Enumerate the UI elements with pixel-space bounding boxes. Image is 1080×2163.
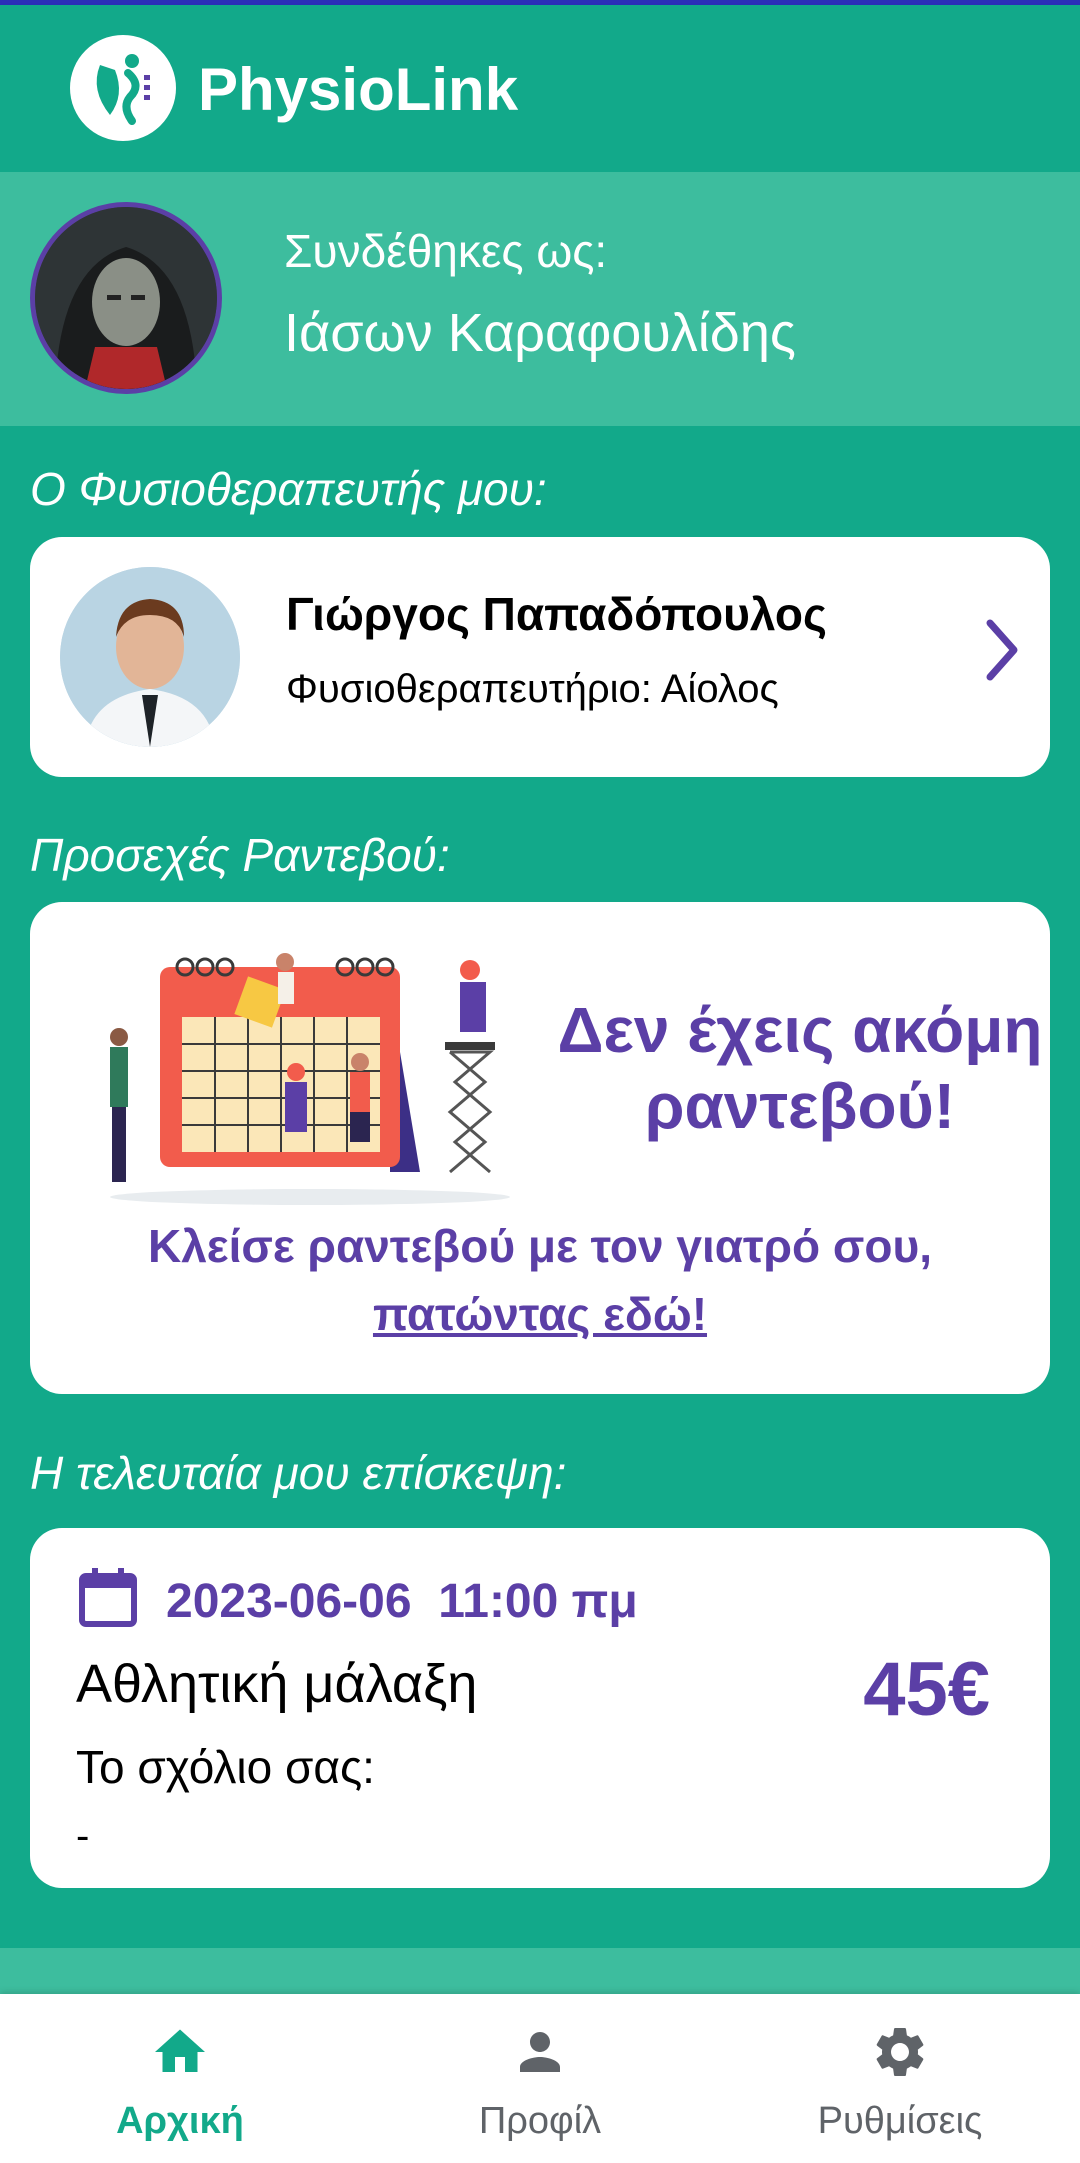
appointments-section-label: Προσεχές Ραντεβού: (30, 829, 450, 881)
calendar-icon (76, 1566, 140, 1635)
person-icon (520, 2032, 560, 2072)
therapist-avatar (60, 567, 240, 747)
last-visit-section-label: Η τελευταία μου επίσκεψη: (30, 1447, 567, 1499)
nav-item-home[interactable]: Αρχική (0, 1994, 360, 2163)
bottom-strip (0, 1948, 1080, 1994)
nav-label-settings: Ρυθμίσεις (817, 2100, 983, 2142)
no-appointments-title: Δεν έχεις ακόμη ραντεβού! (557, 994, 1043, 1142)
comment-label: Το σχόλιο σας: (76, 1741, 375, 1793)
user-name: Ιάσων Καραφουλίδης (284, 303, 796, 363)
last-visit-card[interactable]: 2023-06-06 11:00 πμ Αθλητική μάλαξη 45€ … (30, 1528, 1050, 1888)
chevron-right-icon[interactable] (984, 617, 1020, 688)
visit-price: 45€ (863, 1647, 990, 1732)
home-icon (155, 2029, 205, 2072)
app-title: PhysioLink (198, 56, 519, 123)
therapist-card[interactable]: Γιώργος Παπαδόπουλος Φυσιοθεραπευτήριο: … (30, 537, 1050, 777)
nav-item-profile[interactable]: Προφίλ (360, 1994, 720, 2163)
user-header: Συνδέθηκες ως: Ιάσων Καραφουλίδης (0, 172, 1080, 426)
visit-service: Αθλητική μάλαξη (76, 1654, 478, 1714)
nav-label-profile: Προφίλ (478, 2100, 602, 2142)
therapist-name: Γιώργος Παπαδόπουλος (286, 588, 827, 640)
calendar-illustration (90, 922, 530, 1212)
comment-value: - (76, 1814, 90, 1858)
book-appointment-text: Κλείσε ραντεβού με τον γιατρό σου, πατών… (148, 1220, 932, 1340)
app-bar: PhysioLink (0, 5, 1080, 172)
nav-item-settings[interactable]: Ρυθμίσεις (720, 1994, 1080, 2163)
user-avatar[interactable] (30, 202, 222, 394)
visit-date: 2023-06-06 11:00 πμ (166, 1575, 638, 1628)
gear-icon (876, 2028, 924, 2076)
logged-in-label: Συνδέθηκες ως: (284, 225, 608, 277)
nav-label-home: Αρχική (116, 2100, 244, 2142)
therapist-section-label: Ο Φυσιοθεραπευτής μου: (30, 463, 547, 515)
appointments-card: Δεν έχεις ακόμη ραντεβού! Κλείσε ραντεβο… (30, 902, 1050, 1394)
physiolink-logo (70, 35, 176, 141)
bottom-navigation: Αρχική Προφίλ Ρυθμίσεις (0, 1994, 1080, 2163)
book-appointment-link[interactable]: πατώντας εδώ! (373, 1288, 707, 1340)
therapist-clinic: Φυσιοθεραπευτήριο: Αίολος (286, 667, 779, 711)
